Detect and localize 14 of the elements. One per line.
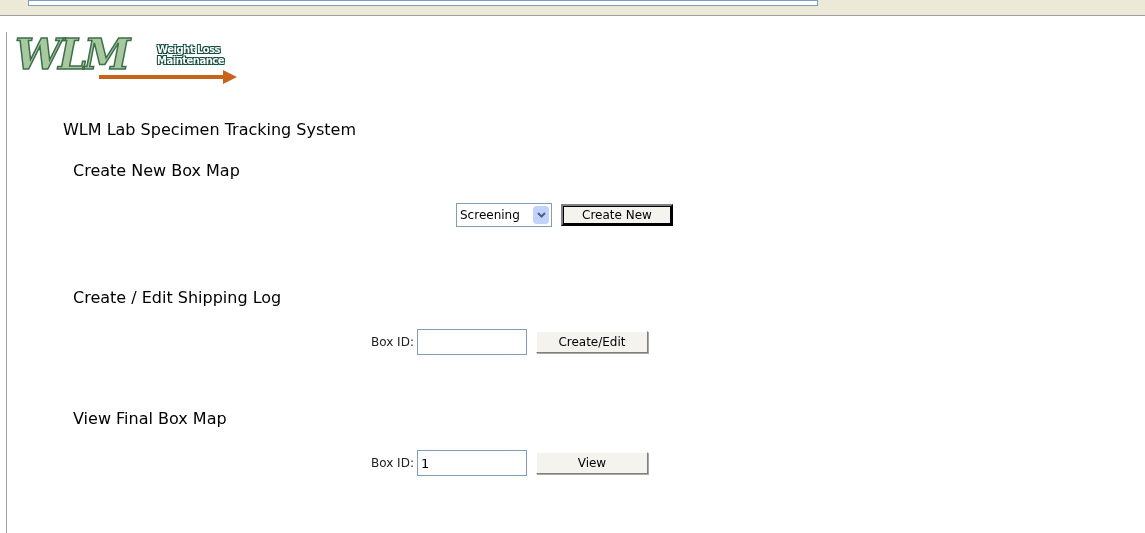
section-heading: Create New Box Map <box>73 160 241 182</box>
section-heading: Create / Edit Shipping Log <box>73 287 283 309</box>
logo: WLM Weight Loss Maintenance <box>11 32 251 112</box>
page-title: WLM Lab Specimen Tracking System <box>63 119 357 141</box>
submit-button[interactable]: Create/Edit <box>535 331 648 353</box>
dropdown[interactable]: Screening <box>456 203 552 227</box>
section-heading: View Final Box Map <box>73 408 228 430</box>
submit-button[interactable]: View <box>535 452 648 474</box>
field-label: Box ID: <box>371 334 414 351</box>
field-label: Box ID: <box>371 455 414 472</box>
address-bar[interactable] <box>28 0 818 6</box>
submit-button[interactable]: Create New <box>561 204 673 226</box>
box-id-field[interactable] <box>416 329 527 355</box>
box-id-field[interactable]: 1 <box>416 450 527 476</box>
